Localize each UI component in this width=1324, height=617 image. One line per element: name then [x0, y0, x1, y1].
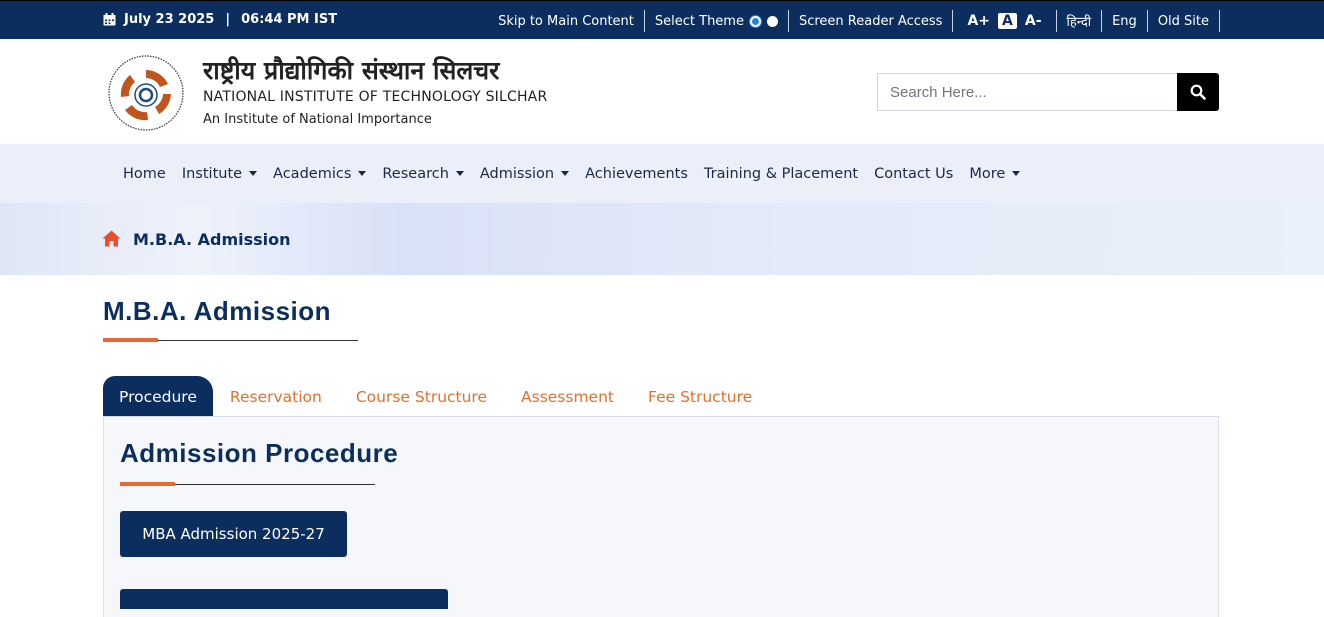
site-header: राष्ट्रीय प्रौद्योगिकी संस्थान सिलचर NAT… — [0, 39, 1324, 144]
nav-item-label: Home — [123, 165, 166, 182]
nav-item-label: Achievements — [585, 165, 688, 182]
top-utility-bar: July 23 2025 | 06:44 PM IST Skip to Main… — [0, 0, 1324, 39]
home-icon[interactable] — [102, 230, 121, 251]
nav-item-research[interactable]: Research — [374, 166, 472, 182]
nav-item-home[interactable]: Home — [115, 166, 174, 182]
tab-content-panel: Admission Procedure MBA Admission 2025-2… — [103, 417, 1219, 617]
nav-item-academics[interactable]: Academics — [265, 166, 374, 182]
main-navigation: Home Institute Academics Research Admission A… — [0, 144, 1324, 203]
search-button[interactable] — [1177, 73, 1219, 111]
theme-radio-alt[interactable] — [766, 15, 778, 27]
skip-to-main-link[interactable]: Skip to Main Content — [488, 10, 645, 32]
nav-item-label: Research — [382, 165, 449, 182]
old-site-link[interactable]: Old Site — [1148, 10, 1220, 32]
secondary-admission-button[interactable] — [120, 589, 448, 609]
institute-tagline: An Institute of National Importance — [203, 112, 432, 127]
select-theme-label: Select Theme — [654, 13, 744, 29]
search-box — [877, 73, 1219, 111]
page-title: M.B.A. Admission — [103, 296, 332, 326]
date-text: July 23 2025 — [124, 12, 215, 27]
institute-name-hindi: राष्ट्रीय प्रौद्योगिकी संस्थान सिलचर — [203, 56, 500, 85]
nav-item-label: Academics — [273, 165, 352, 182]
nav-item-label: Training & Placement — [703, 165, 859, 182]
nav-item-label: Contact Us — [874, 165, 954, 182]
nav-item-label: Institute — [181, 165, 243, 182]
caret-down-icon — [455, 171, 464, 176]
breadcrumb: M.B.A. Admission — [0, 203, 1324, 275]
institute-logo[interactable] — [104, 54, 188, 132]
date-time: July 23 2025 | 06:44 PM IST — [103, 12, 337, 27]
section-underline-accent — [120, 482, 175, 486]
font-size-controls: A+ A A- — [953, 10, 1057, 32]
caret-down-icon — [358, 171, 367, 176]
tab-fee-structure[interactable]: Fee Structure — [631, 376, 769, 417]
theme-selector: Select Theme — [645, 10, 789, 32]
nav-item-contact-us[interactable]: Contact Us — [866, 166, 961, 182]
tab-bar: Procedure Reservation Course Structure Asse… — [103, 376, 769, 417]
hindi-language-link[interactable]: हिन्दी — [1057, 10, 1103, 32]
nav-item-institute[interactable]: Institute — [174, 166, 265, 182]
tab-procedure[interactable]: Procedure — [103, 376, 213, 417]
section-title: Admission Procedure — [120, 438, 399, 468]
title-underline-accent — [103, 338, 158, 342]
nav-item-label: Admission — [479, 165, 555, 182]
english-language-link[interactable]: Eng — [1102, 10, 1148, 32]
breadcrumb-current: M.B.A. Admission — [133, 230, 291, 249]
tab-course-structure[interactable]: Course Structure — [339, 376, 504, 417]
calendar-icon — [103, 13, 116, 26]
tab-assessment[interactable]: Assessment — [504, 376, 631, 417]
caret-down-icon — [249, 171, 258, 176]
nav-list: Home Institute Academics Research Admission A… — [115, 144, 1028, 203]
nav-item-achievements[interactable]: Achievements — [577, 166, 696, 182]
date-time-separator: | — [225, 12, 231, 27]
nav-item-admission[interactable]: Admission — [472, 166, 577, 182]
mba-admission-button[interactable]: MBA Admission 2025-27 — [120, 511, 347, 557]
caret-down-icon — [561, 171, 570, 176]
font-decrease-button[interactable]: A- — [1021, 13, 1046, 29]
nav-item-more[interactable]: More — [961, 166, 1028, 182]
search-icon — [1190, 84, 1206, 100]
time-text: 06:44 PM IST — [241, 12, 338, 27]
screen-reader-link[interactable]: Screen Reader Access — [789, 10, 954, 32]
search-input[interactable] — [877, 73, 1177, 111]
tab-reservation[interactable]: Reservation — [213, 376, 339, 417]
top-links: Skip to Main Content Select Theme Screen… — [488, 10, 1220, 32]
theme-radio-default[interactable] — [749, 15, 761, 27]
nav-item-label: More — [969, 165, 1006, 182]
font-normal-button[interactable]: A — [998, 13, 1017, 29]
institute-name-english: NATIONAL INSTITUTE OF TECHNOLOGY SILCHAR — [203, 89, 548, 105]
caret-down-icon — [1012, 171, 1021, 176]
nav-item-training-placement[interactable]: Training & Placement — [696, 166, 866, 182]
font-increase-button[interactable]: A+ — [963, 13, 994, 29]
